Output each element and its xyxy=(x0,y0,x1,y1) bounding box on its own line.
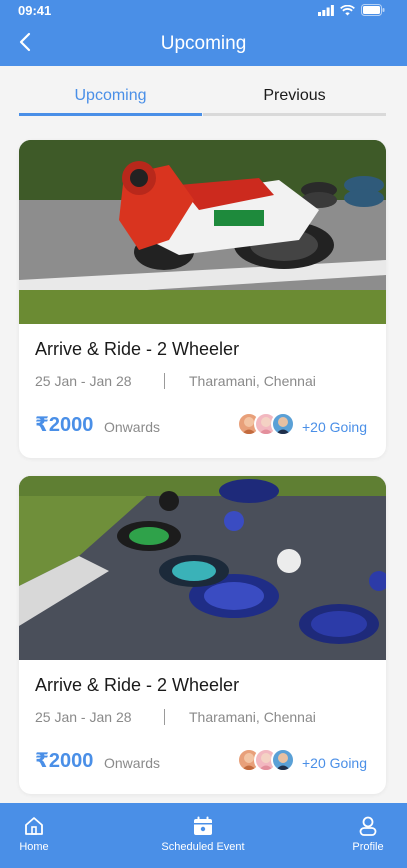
status-time: 09:41 xyxy=(18,3,52,18)
bottom-nav: Home Scheduled Event Profile xyxy=(0,803,407,868)
going-count[interactable]: +20 Going xyxy=(302,755,367,771)
event-price: ₹2000 xyxy=(35,750,94,772)
status-icons xyxy=(318,4,385,16)
event-dates: 25 Jan - Jan 28 xyxy=(35,709,132,725)
going-count[interactable]: +20 Going xyxy=(302,419,367,435)
price-suffix: Onwards xyxy=(104,419,161,435)
status-bar: 09:41 xyxy=(0,0,407,20)
nav-profile-label: Profile xyxy=(352,841,384,853)
wifi-icon xyxy=(340,4,355,15)
event-card[interactable]: Arrive & Ride - 2 Wheeler 25 Jan - Jan 2… xyxy=(19,140,386,458)
event-image xyxy=(19,140,386,324)
info-divider xyxy=(164,709,165,725)
nav-home-label: Home xyxy=(19,841,49,853)
event-price: ₹2000 xyxy=(35,414,94,436)
battery-icon xyxy=(361,4,385,16)
event-location: Tharamani, Chennai xyxy=(189,373,316,389)
signal-icon xyxy=(318,4,334,16)
home-icon xyxy=(25,817,43,835)
event-title: Arrive & Ride - 2 Wheeler xyxy=(35,339,240,359)
tab-upcoming[interactable]: Upcoming xyxy=(19,82,202,116)
page-title: Upcoming xyxy=(160,33,247,54)
nav-scheduled-event-label: Scheduled Event xyxy=(161,841,245,853)
tab-previous[interactable]: Previous xyxy=(203,82,386,116)
event-tabs: Upcoming Previous xyxy=(19,82,386,116)
nav-home[interactable]: Home xyxy=(14,815,54,853)
price-suffix: Onwards xyxy=(104,755,161,771)
info-divider xyxy=(164,373,165,389)
event-dates: 25 Jan - Jan 28 xyxy=(35,373,132,389)
app-header: 09:41 Upcoming xyxy=(0,0,407,66)
attendee-avatars xyxy=(237,412,297,438)
nav-profile[interactable]: Profile xyxy=(348,815,388,853)
avatar xyxy=(271,748,295,772)
avatar xyxy=(271,412,295,436)
event-title: Arrive & Ride - 2 Wheeler xyxy=(35,675,240,695)
calendar-icon xyxy=(194,816,212,835)
event-image xyxy=(19,476,386,660)
attendee-avatars xyxy=(237,748,297,774)
event-location: Tharamani, Chennai xyxy=(189,709,316,725)
profile-icon xyxy=(359,816,377,836)
event-card[interactable]: Arrive & Ride - 2 Wheeler 25 Jan - Jan 2… xyxy=(19,476,386,794)
nav-scheduled-event[interactable]: Scheduled Event xyxy=(153,815,253,853)
